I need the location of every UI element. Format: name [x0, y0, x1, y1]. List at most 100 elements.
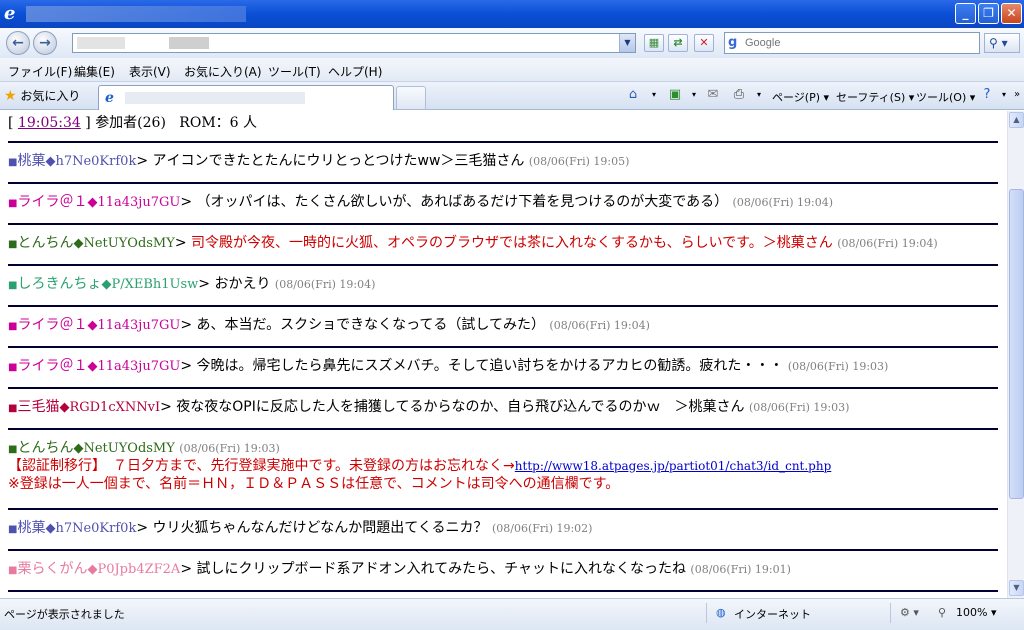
menu-file[interactable]: ファイル(F) [8, 63, 72, 80]
chat-post: ■桃菓◆h7Ne0Krf0k> アイコンできたとたんにウリとっとつけたww＞三毛… [8, 152, 629, 172]
menu-tools[interactable]: ツール(T) [268, 63, 321, 80]
menu-edit[interactable]: 編集(E) [74, 63, 115, 80]
separator [8, 141, 998, 143]
post-author: 三毛猫 [17, 399, 60, 415]
refresh-icon[interactable]: ⇄ [668, 34, 688, 52]
address-toolbar: ← → ▼ ▦ ⇄ ✕ g ⚲ ▾ [0, 28, 1024, 58]
chevron-right-icon[interactable]: » [1008, 87, 1024, 103]
feeds-dropdown-icon[interactable]: ▾ [685, 87, 703, 103]
safety-menu[interactable]: セーフティ(S) ▾ [836, 89, 914, 105]
scroll-down-icon[interactable]: ▼ [1009, 580, 1024, 596]
post-trip: ◆h7Ne0Krf0k [45, 521, 137, 536]
separator [8, 182, 998, 184]
refresh-time-link[interactable]: 19:05:34 [18, 115, 81, 131]
notice-text: 【認証制移行】 ７日夕方まで、先行登録実施中です。未登録の方はお忘れなく→ [8, 458, 515, 474]
post-author: 桃菓 [17, 520, 46, 536]
search-box[interactable]: g [724, 32, 980, 54]
separator [8, 305, 998, 307]
post-author: 桃菓 [17, 153, 46, 169]
post-timestamp: (08/06(Fri) 19:03) [787, 360, 889, 373]
zone-text: インターネット [734, 608, 811, 621]
post-author: ライラ＠１ [17, 317, 88, 333]
help-icon[interactable]: ? [978, 87, 996, 103]
status-bar: ページが表示されました ◍ インターネット ⚙ ▾ ⚲ 100% ▾ [0, 598, 1024, 630]
close-button[interactable]: ✕ [1001, 3, 1022, 24]
separator [8, 508, 998, 510]
post-delimiter: > [136, 153, 153, 169]
zoom-icon[interactable]: ⚲ [938, 606, 946, 619]
protected-mode-icon[interactable]: ⚙ ▾ [900, 606, 919, 619]
status-text: ページが表示されました [4, 608, 125, 621]
search-input[interactable] [745, 34, 975, 52]
post-delimiter: > [198, 276, 215, 292]
chat-post: ■しろきんちょ◆P/XEBh1Usw> おかえり (08/06(Fri) 19:… [8, 275, 375, 295]
post-timestamp: (08/06(Fri) 19:03) [179, 442, 280, 455]
zoom-level[interactable]: 100% ▾ [956, 606, 996, 619]
post-trip: ◆RGD1cXNNvI [59, 400, 161, 415]
post-trip: ◆h7Ne0Krf0k [45, 154, 137, 169]
post-timestamp: (08/06(Fri) 19:04) [732, 196, 834, 209]
print-dropdown-icon[interactable]: ▾ [750, 87, 768, 103]
post-delimiter: > [174, 235, 192, 251]
notice-text: ※登録は一人一個まで、名前＝ＨＮ，ＩＤ＆ＰＡＳＳは任意で、コメントは司令への通信… [8, 476, 620, 492]
vertical-scrollbar[interactable]: ▲ ▼ [1007, 111, 1024, 598]
tools-menu[interactable]: ツール(O) ▾ [916, 89, 975, 105]
post-author: ライラ＠１ [17, 358, 88, 374]
divider [890, 603, 891, 623]
back-button[interactable]: ← [6, 31, 30, 55]
chat-post: ■とんちん◆NetUYOdsMY> 司令殿が今夜、一時的に火狐、オペラのブラウザ… [8, 234, 938, 254]
chat-post: ■ライラ＠１◆11a43ju7GU> （オッパイは、たくさん欲しいが、あればある… [8, 193, 833, 213]
post-message: アイコンできたとたんにウリとっとつけたww＞三毛猫さん [152, 153, 525, 169]
post-trip: ◆11a43ju7GU [87, 359, 181, 374]
post-author: ライラ＠１ [17, 194, 88, 210]
compatibility-view-icon[interactable]: ▦ [644, 34, 664, 52]
chat-post: ■ライラ＠１◆11a43ju7GU> 今晩は。帰宅したら鼻先にスズメバチ。そして… [8, 357, 888, 377]
forward-button[interactable]: → [33, 31, 57, 55]
minimize-button[interactable]: _ [955, 3, 976, 24]
new-tab-button[interactable] [396, 86, 426, 109]
post-author: とんちん [17, 440, 74, 456]
favorites-button[interactable]: ★ お気に入り [4, 87, 80, 104]
chat-post: ■桃菓◆h7Ne0Krf0k> ウリ火狐ちゃんなんだけどなんか問題出てくるニカ？… [8, 519, 592, 539]
post-message: （オッパイは、たくさん欲しいが、あればあるだけ下着を見つけるのが大変である） [196, 194, 729, 210]
separator [8, 264, 998, 266]
home-icon[interactable]: ⌂ [624, 87, 642, 103]
search-go-button[interactable]: ⚲ ▾ [984, 33, 1020, 53]
page-menu[interactable]: ページ(P) ▾ [772, 89, 829, 105]
feeds-icon[interactable]: ▣ [666, 87, 684, 103]
post-trip: ◆P/XEBh1Usw [101, 277, 199, 292]
post-trip: ◆11a43ju7GU [87, 318, 181, 333]
scroll-up-icon[interactable]: ▲ [1009, 112, 1024, 128]
notice-line: ※登録は一人一個まで、名前＝ＨＮ，ＩＤ＆ＰＡＳＳは任意で、コメントは司令への通信… [8, 475, 619, 493]
registration-link[interactable]: http://www18.atpages.jp/partiot01/chat3/… [515, 459, 832, 473]
stop-icon[interactable]: ✕ [694, 34, 714, 52]
post-delimiter: > [160, 399, 177, 415]
maximize-button[interactable]: ❐ [978, 3, 999, 24]
page-icon: e [105, 90, 114, 106]
post-delimiter: > [180, 194, 197, 210]
menu-help[interactable]: ヘルプ(H) [328, 63, 382, 80]
menu-favorites[interactable]: お気に入り(A) [184, 63, 262, 80]
post-author: とんちん [17, 235, 74, 251]
mail-icon[interactable]: ✉ [704, 87, 722, 103]
post-timestamp: (08/06(Fri) 19:04) [837, 237, 938, 250]
post-message: 試しにクリップボード系アドオン入れてみたら、チャットに入れなくなったね [196, 561, 686, 577]
menu-bar: ファイル(F) 編集(E) 表示(V) お気に入り(A) ツール(T) ヘルプ(… [0, 58, 1024, 82]
post-delimiter: > [136, 520, 153, 536]
print-icon[interactable]: ⎙ [730, 87, 748, 103]
address-input[interactable]: ▼ [72, 33, 636, 53]
chat-post: ■とんちん◆NetUYOdsMY (08/06(Fri) 19:03) [8, 439, 280, 459]
chat-header: [ 19:05:34 ] 参加者(26) ROM：6 人 [8, 115, 258, 131]
chat-post: ■ライラ＠１◆11a43ju7GU> あ、本当だ。スクショできなくなってる（試し… [8, 316, 650, 336]
home-dropdown-icon[interactable]: ▾ [645, 87, 663, 103]
post-message: おかえり [214, 276, 271, 292]
tab-current[interactable]: e [98, 85, 394, 110]
chat-post: ■三毛猫◆RGD1cXNNvI> 夜な夜なOPIに反応した人を捕獲してるからなの… [8, 398, 849, 418]
menu-view[interactable]: 表示(V) [129, 63, 171, 80]
scroll-thumb[interactable] [1009, 189, 1024, 499]
post-delimiter: > [180, 317, 197, 333]
title-bar: e _ ❐ ✕ [0, 0, 1024, 28]
separator [8, 223, 998, 225]
address-dropdown-icon[interactable]: ▼ [619, 34, 635, 52]
post-trip: ◆NetUYOdsMY [73, 441, 175, 456]
